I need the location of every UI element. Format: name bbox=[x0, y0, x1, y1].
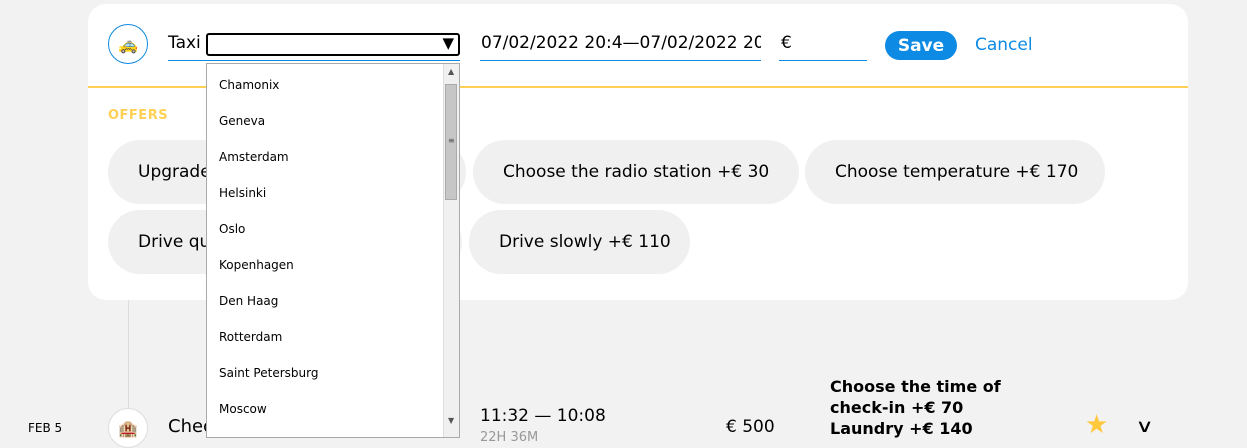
save-button[interactable]: Save bbox=[885, 31, 957, 60]
price-underline bbox=[779, 60, 867, 61]
scrollbar-thumb[interactable]: ≡ bbox=[445, 84, 457, 200]
taxi-icon[interactable]: 🚕 bbox=[108, 24, 148, 64]
dropdown-option[interactable]: Geneva bbox=[219, 114, 265, 128]
dropdown-option[interactable]: Amsterdam bbox=[219, 150, 289, 164]
price-input[interactable]: € bbox=[781, 33, 792, 53]
destination-underline bbox=[168, 60, 460, 61]
dropdown-option[interactable]: Moscow bbox=[219, 402, 267, 416]
expand-chevron-icon[interactable]: ∨ bbox=[1135, 416, 1153, 437]
event-date: FEB 5 bbox=[28, 421, 63, 435]
offer-chip[interactable]: Drive slowly +€ 110 bbox=[469, 210, 690, 274]
offers-title: OFFERS bbox=[108, 108, 169, 123]
dropdown-option[interactable]: Den Haag bbox=[219, 294, 278, 308]
grip-icon: ≡ bbox=[448, 136, 455, 145]
dropdown-scrollbar[interactable]: ▲ ≡ ▼ bbox=[443, 64, 459, 437]
event-price: € 500 bbox=[726, 417, 775, 437]
scroll-down-icon[interactable]: ▼ bbox=[448, 416, 454, 425]
event-offers: Choose the time of check-in +€ 70 Laundr… bbox=[830, 376, 1001, 439]
scroll-up-icon[interactable]: ▲ bbox=[448, 67, 454, 76]
date-range-input[interactable]: 07/02/2022 20:4—07/02/2022 20:4 bbox=[481, 33, 761, 53]
favorite-star-icon[interactable]: ★ bbox=[1085, 412, 1108, 438]
event-time: 11:32 — 10:08 bbox=[480, 406, 606, 426]
dropdown-option[interactable]: Oslo bbox=[219, 222, 245, 236]
trip-event-row: FEB 5 🏨 Check-in Geneva 11:32 — 10:08 22… bbox=[0, 360, 1247, 448]
cancel-button[interactable]: Cancel bbox=[975, 35, 1033, 55]
event-type-label: Taxi bbox=[168, 33, 201, 53]
dropdown-arrow-icon[interactable]: ▼ bbox=[442, 34, 454, 52]
dropdown-option[interactable]: Saint Petersburg bbox=[219, 366, 318, 380]
dropdown-option[interactable]: Chamonix bbox=[219, 78, 279, 92]
event-offer: Laundry +€ 140 bbox=[830, 419, 973, 438]
destination-select[interactable]: ▼ bbox=[206, 33, 460, 56]
dropdown-option[interactable]: Helsinki bbox=[219, 186, 266, 200]
dropdown-option[interactable]: Kopenhagen bbox=[219, 258, 294, 272]
destination-dropdown-list[interactable]: Chamonix Geneva Amsterdam Helsinki Oslo … bbox=[206, 63, 460, 438]
offer-chip[interactable]: Choose the radio station +€ 30 bbox=[473, 140, 799, 204]
event-offer: check-in +€ 70 bbox=[830, 398, 964, 417]
dropdown-option[interactable]: Rotterdam bbox=[219, 330, 282, 344]
offer-chip[interactable]: Choose temperature +€ 170 bbox=[805, 140, 1105, 204]
hotel-icon: 🏨 bbox=[108, 408, 148, 448]
event-offer: Choose the time of bbox=[830, 377, 1001, 396]
date-underline bbox=[480, 60, 761, 61]
